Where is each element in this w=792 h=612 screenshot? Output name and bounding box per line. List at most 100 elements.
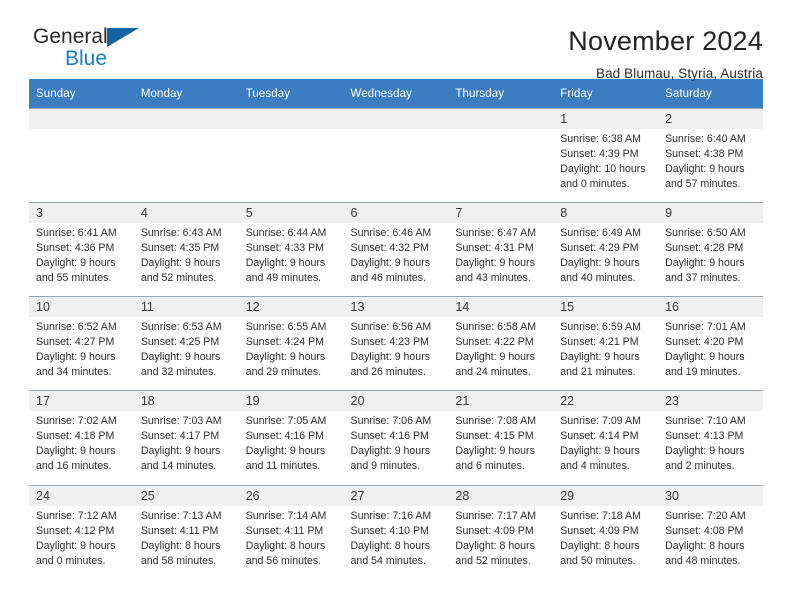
day-info-line: Daylight: 8 hours	[665, 539, 745, 552]
day-number[interactable]: 17	[29, 390, 134, 412]
day-cell-details[interactable]: Sunrise: 6:56 AM Sunset: 4:23 PM Daylight:…	[343, 317, 449, 391]
day-cell-details[interactable]: Sunrise: 7:02 AM Sunset: 4:18 PM Daylight:…	[29, 411, 134, 485]
day-number[interactable]: 27	[343, 484, 449, 506]
day-cell-details[interactable]: Sunrise: 6:50 AM Sunset: 4:28 PM Daylight:…	[658, 223, 763, 297]
day-info-line: Sunrise: 6:58 AM	[455, 321, 537, 334]
day-info-line: Sunrise: 6:41 AM	[36, 227, 117, 240]
day-info-line: and 54 minutes.	[350, 554, 426, 567]
day-cell-details[interactable]: Sunrise: 7:09 AM Sunset: 4:14 PM Daylight:…	[553, 411, 659, 485]
day-cell-details[interactable]: Sunrise: 7:16 AM Sunset: 4:10 PM Daylight:…	[343, 505, 449, 579]
day-number[interactable]: 30	[658, 484, 763, 506]
week-info-row: Sunrise: 6:38 AM Sunset: 4:39 PM Daylight:…	[29, 129, 763, 203]
day-cell-details[interactable]: Sunrise: 7:06 AM Sunset: 4:16 PM Daylight:…	[343, 411, 449, 485]
day-number[interactable]: 2	[658, 108, 763, 129]
day-number[interactable]: 22	[553, 390, 659, 412]
day-info-line: Daylight: 9 hours	[665, 445, 745, 458]
week-info-row: Sunrise: 6:41 AM Sunset: 4:36 PM Daylight:…	[29, 223, 763, 297]
triangle-icon	[107, 28, 139, 47]
day-cell-details[interactable]: Sunrise: 7:17 AM Sunset: 4:09 PM Daylight:…	[448, 505, 554, 579]
day-cell-empty	[133, 129, 239, 203]
day-number[interactable]: 11	[133, 296, 239, 318]
day-info-line: and 26 minutes.	[350, 366, 426, 379]
day-info-line: and 43 minutes.	[455, 272, 531, 285]
day-number[interactable]: 3	[29, 202, 134, 224]
day-info-line: Sunrise: 6:40 AM	[665, 133, 746, 145]
day-info-line: Sunset: 4:36 PM	[36, 242, 115, 255]
day-number[interactable]: 14	[448, 296, 554, 318]
day-cell-empty	[238, 129, 344, 203]
day-number[interactable]: 20	[343, 390, 449, 412]
day-info-line: Sunset: 4:22 PM	[455, 336, 534, 349]
day-cell-details[interactable]: Sunrise: 7:08 AM Sunset: 4:15 PM Daylight:…	[448, 411, 554, 485]
day-number[interactable]: 1	[553, 108, 659, 129]
day-number[interactable]: 16	[658, 296, 763, 318]
day-number[interactable]: 10	[29, 296, 134, 318]
calendar-header-row: Sunday Monday Tuesday Wednesday Thursday…	[29, 79, 763, 109]
day-cell-details[interactable]: Sunrise: 6:52 AM Sunset: 4:27 PM Daylight:…	[29, 317, 134, 391]
day-cell-details[interactable]: Sunrise: 6:46 AM Sunset: 4:32 PM Daylight:…	[343, 223, 449, 297]
day-number[interactable]: 12	[238, 296, 344, 318]
day-info-line: Sunset: 4:18 PM	[36, 430, 115, 443]
day-cell-details[interactable]: Sunrise: 6:38 AM Sunset: 4:39 PM Daylight:…	[553, 129, 659, 203]
day-cell-details[interactable]: Sunrise: 7:05 AM Sunset: 4:16 PM Daylight:…	[238, 411, 344, 485]
weekday-header-saturday: Saturday	[658, 79, 763, 109]
day-cell-details[interactable]: Sunrise: 6:55 AM Sunset: 4:24 PM Daylight:…	[238, 317, 344, 391]
day-info-line: Sunset: 4:23 PM	[350, 336, 429, 349]
day-info-line: Daylight: 9 hours	[665, 257, 745, 270]
day-info-line: Daylight: 9 hours	[245, 257, 326, 270]
day-cell-details[interactable]: Sunrise: 7:03 AM Sunset: 4:17 PM Daylight:…	[133, 411, 239, 485]
day-number[interactable]: 19	[238, 390, 344, 412]
day-info-line: Sunset: 4:24 PM	[245, 336, 325, 349]
day-info-line: Sunset: 4:11 PM	[245, 524, 324, 537]
day-info-line: Sunset: 4:16 PM	[350, 430, 429, 443]
day-number[interactable]: 26	[238, 484, 344, 506]
day-number[interactable]: 25	[133, 484, 239, 506]
day-info-line: and 48 minutes.	[665, 554, 741, 567]
day-number[interactable]: 28	[448, 484, 554, 506]
brand-logo[interactable]: General Blue	[29, 26, 183, 74]
day-info-line: Daylight: 9 hours	[36, 445, 116, 458]
day-info-line: Sunrise: 7:08 AM	[455, 415, 537, 428]
day-info-line: Sunrise: 6:49 AM	[560, 227, 641, 240]
day-number[interactable]: 29	[553, 484, 659, 506]
day-cell-details[interactable]: Sunrise: 7:13 AM Sunset: 4:11 PM Daylight:…	[133, 505, 239, 579]
day-cell-details[interactable]: Sunrise: 6:53 AM Sunset: 4:25 PM Daylight:…	[133, 317, 239, 391]
day-info-line: Daylight: 9 hours	[665, 163, 745, 176]
day-cell-details[interactable]: Sunrise: 6:43 AM Sunset: 4:35 PM Daylight:…	[133, 223, 239, 297]
day-cell-details[interactable]: Sunrise: 6:59 AM Sunset: 4:21 PM Daylight:…	[553, 317, 659, 391]
day-number[interactable]: 7	[448, 202, 554, 224]
day-info-line: and 29 minutes.	[245, 366, 322, 379]
day-cell-details[interactable]: Sunrise: 7:01 AM Sunset: 4:20 PM Daylight:…	[658, 317, 763, 391]
day-cell-details[interactable]: Sunrise: 6:40 AM Sunset: 4:38 PM Daylight:…	[658, 129, 763, 203]
day-cell-details[interactable]: Sunrise: 6:41 AM Sunset: 4:36 PM Daylight:…	[29, 223, 134, 297]
day-number[interactable]: 8	[553, 202, 659, 224]
day-cell-details[interactable]: Sunrise: 7:18 AM Sunset: 4:09 PM Daylight:…	[553, 505, 659, 579]
day-info-line: Sunrise: 6:59 AM	[560, 321, 641, 334]
day-cell-details[interactable]: Sunrise: 6:47 AM Sunset: 4:31 PM Daylight:…	[448, 223, 554, 297]
day-info-line: and 52 minutes.	[140, 272, 217, 285]
day-info-line: Sunset: 4:39 PM	[560, 148, 639, 161]
day-number[interactable]: 23	[658, 390, 763, 412]
day-number[interactable]: 15	[553, 296, 659, 318]
day-cell-details[interactable]: Sunrise: 7:20 AM Sunset: 4:08 PM Daylight:…	[658, 505, 763, 579]
day-number[interactable]: 9	[658, 202, 763, 224]
week-daynumber-row: 17 18 19 20 21 22 23	[29, 390, 763, 412]
day-number[interactable]: 5	[238, 202, 344, 224]
day-cell-details[interactable]: Sunrise: 7:12 AM Sunset: 4:12 PM Daylight:…	[29, 505, 134, 579]
day-info-line: Sunrise: 6:44 AM	[245, 227, 327, 240]
day-number[interactable]: 4	[133, 202, 239, 224]
day-cell-details[interactable]: Sunrise: 7:14 AM Sunset: 4:11 PM Daylight:…	[238, 505, 344, 579]
day-number[interactable]: 13	[343, 296, 449, 318]
day-number[interactable]: 24	[29, 484, 134, 506]
day-info-line: Sunset: 4:21 PM	[560, 336, 639, 349]
day-cell-details[interactable]: Sunrise: 7:10 AM Sunset: 4:13 PM Daylight:…	[658, 411, 763, 485]
day-cell-details[interactable]: Sunrise: 6:49 AM Sunset: 4:29 PM Daylight:…	[553, 223, 659, 297]
day-info-line: Sunset: 4:32 PM	[350, 242, 429, 255]
day-cell-details[interactable]: Sunrise: 6:44 AM Sunset: 4:33 PM Daylight:…	[238, 223, 344, 297]
day-number[interactable]: 6	[343, 202, 449, 224]
day-info-line: Sunrise: 7:17 AM	[455, 509, 537, 522]
day-number[interactable]: 21	[448, 390, 554, 412]
day-number[interactable]: 18	[133, 390, 239, 412]
day-info-line: Sunrise: 6:50 AM	[665, 227, 746, 240]
day-cell-details[interactable]: Sunrise: 6:58 AM Sunset: 4:22 PM Daylight:…	[448, 317, 554, 391]
